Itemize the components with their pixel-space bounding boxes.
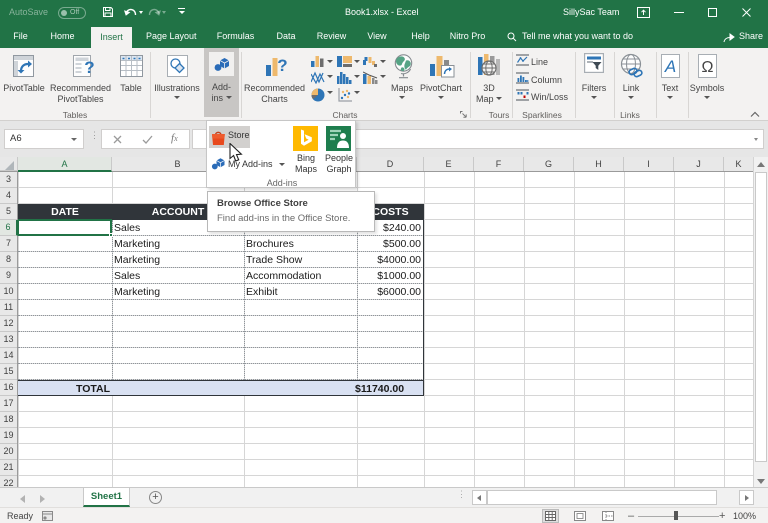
svg-text:?: ? xyxy=(277,56,287,75)
svg-text:Ω: Ω xyxy=(702,59,714,76)
svg-text:A: A xyxy=(664,57,676,76)
svg-text:?: ? xyxy=(84,58,94,77)
